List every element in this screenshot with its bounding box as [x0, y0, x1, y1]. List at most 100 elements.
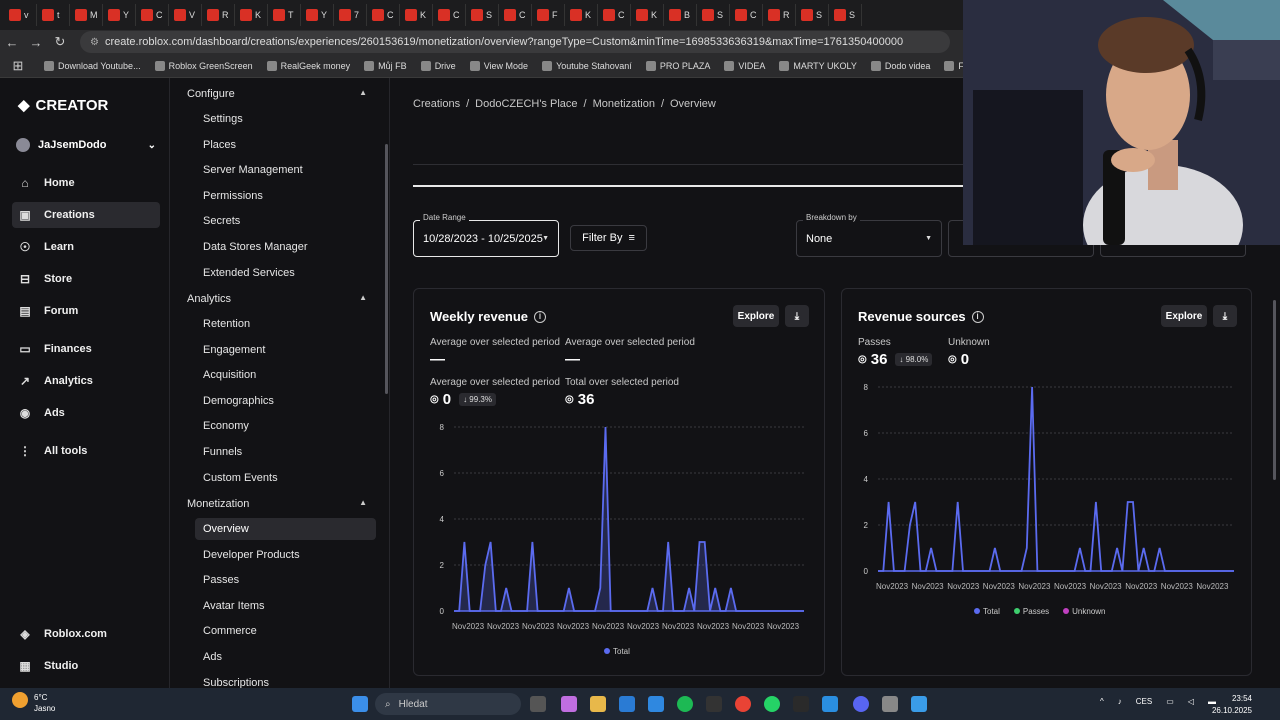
- browser-tab[interactable]: R: [765, 4, 796, 26]
- nav-item-ads[interactable]: ◉ Ads: [12, 400, 160, 426]
- bookmark-item[interactable]: VIDEA: [724, 60, 765, 71]
- capcut-icon[interactable]: [706, 696, 722, 712]
- forward-icon[interactable]: →: [24, 35, 48, 50]
- browser-tab[interactable]: S: [831, 4, 862, 26]
- bookmark-item[interactable]: Roblox GreenScreen: [154, 60, 253, 71]
- file-explorer-icon[interactable]: [590, 696, 606, 712]
- download-icon[interactable]: ⤓: [1213, 305, 1237, 327]
- browser-tab[interactable]: S: [798, 4, 829, 26]
- legend-total[interactable]: Total: [974, 607, 1000, 616]
- filter-by-button[interactable]: Filter By ≡: [570, 225, 647, 251]
- subnav-item[interactable]: Developer Products: [195, 544, 376, 566]
- apps-grid-icon[interactable]: ⊞: [6, 58, 30, 74]
- nav-item-all-tools[interactable]: ⋮ All tools: [12, 438, 160, 464]
- bookmark-item[interactable]: Download Youtube...: [44, 60, 141, 71]
- section-configure[interactable]: Configure ▲: [187, 88, 367, 100]
- nav-item-finances[interactable]: ▭ Finances: [12, 336, 160, 362]
- subnav-item[interactable]: Acquisition: [195, 364, 376, 386]
- bookmark-item[interactable]: Dodo videa: [870, 60, 930, 71]
- chrome-icon[interactable]: [735, 696, 751, 712]
- browser-tab[interactable]: C: [138, 4, 169, 26]
- section-monetization[interactable]: Monetization ▲: [187, 498, 367, 510]
- chevron-up-icon[interactable]: ^: [1100, 697, 1104, 706]
- app-icon[interactable]: [822, 696, 838, 712]
- creator-logo[interactable]: ◆ CREATOR: [18, 96, 108, 115]
- browser-tab[interactable]: M: [72, 4, 103, 26]
- bookmark-item[interactable]: Drive: [420, 60, 456, 71]
- epic-games-icon[interactable]: [793, 696, 809, 712]
- language-indicator[interactable]: CES: [1136, 697, 1152, 706]
- subnav-item[interactable]: Funnels: [195, 441, 376, 463]
- breadcrumb-monetization[interactable]: Monetization: [593, 98, 655, 110]
- subnav-item[interactable]: Server Management: [195, 159, 376, 181]
- browser-tab[interactable]: C: [600, 4, 631, 26]
- whatsapp-icon[interactable]: [764, 696, 780, 712]
- subnav-item[interactable]: Economy: [195, 415, 376, 437]
- browser-tab[interactable]: C: [501, 4, 532, 26]
- browser-tab[interactable]: v: [6, 4, 37, 26]
- breadcrumb-place[interactable]: DodoCZECH's Place: [475, 98, 577, 110]
- browser-tab[interactable]: S: [468, 4, 499, 26]
- bookmark-item[interactable]: View Mode: [469, 60, 528, 71]
- reload-icon[interactable]: ↻: [48, 34, 72, 50]
- network-icon[interactable]: ▭: [1166, 697, 1174, 706]
- nav-item-creations[interactable]: ▣ Creations: [12, 202, 160, 228]
- site-info-icon[interactable]: ⚙: [90, 37, 99, 48]
- nav-item-forum[interactable]: ▤ Forum: [12, 298, 160, 324]
- clock[interactable]: 23:54 26.10.2025: [1212, 693, 1252, 717]
- subnav-item[interactable]: Retention: [195, 313, 376, 335]
- browser-tab[interactable]: F: [534, 4, 565, 26]
- app-icon[interactable]: [911, 696, 927, 712]
- url-input[interactable]: ⚙ create.roblox.com/dashboard/creations/…: [80, 31, 950, 53]
- subnav-item[interactable]: Extended Services: [195, 262, 376, 284]
- browser-tab[interactable]: Y: [105, 4, 136, 26]
- subnav-item[interactable]: Demographics: [195, 390, 376, 412]
- outlook-icon[interactable]: [619, 696, 635, 712]
- explore-button[interactable]: Explore: [733, 305, 779, 327]
- back-icon[interactable]: ←: [0, 35, 24, 50]
- browser-tab[interactable]: R: [204, 4, 235, 26]
- browser-tab[interactable]: C: [369, 4, 400, 26]
- nav-item-roblox-com[interactable]: ◈ Roblox.com: [12, 621, 160, 647]
- microphone-icon[interactable]: ♪: [1118, 697, 1122, 706]
- subnav-item[interactable]: Ads: [195, 646, 376, 668]
- breadcrumb-creations[interactable]: Creations: [413, 98, 460, 110]
- start-icon[interactable]: [352, 696, 368, 712]
- browser-tab[interactable]: K: [567, 4, 598, 26]
- copilot-icon[interactable]: [561, 696, 577, 712]
- bookmark-item[interactable]: MARTY UKOLY: [779, 60, 857, 71]
- bookmark-item[interactable]: RealGeek money: [266, 60, 350, 71]
- section-analytics[interactable]: Analytics ▲: [187, 293, 367, 305]
- browser-tab[interactable]: B: [666, 4, 697, 26]
- nav-item-analytics[interactable]: ↗ Analytics: [12, 368, 160, 394]
- browser-tab[interactable]: K: [237, 4, 268, 26]
- browser-tab[interactable]: Y: [303, 4, 334, 26]
- spotify-icon[interactable]: [677, 696, 693, 712]
- bookmark-item[interactable]: Youtube Stahovaní: [542, 60, 632, 71]
- breakdown-select[interactable]: Breakdown by None ▼: [796, 213, 942, 257]
- legend-total[interactable]: Total: [604, 647, 630, 656]
- browser-tab[interactable]: C: [435, 4, 466, 26]
- browser-tab[interactable]: 7: [336, 4, 367, 26]
- discord-icon[interactable]: [853, 696, 869, 712]
- nav-item-home[interactable]: ⌂ Home: [12, 170, 160, 196]
- bookmark-item[interactable]: PRO PLAZA: [645, 60, 710, 71]
- subnav-item[interactable]: Passes: [195, 569, 376, 591]
- date-range-select[interactable]: Date Range 10/28/2023 - 10/25/2025 ▼: [413, 213, 559, 257]
- taskbar-search[interactable]: ⌕ Hledat: [375, 693, 521, 715]
- subnav-item[interactable]: Commerce: [195, 620, 376, 642]
- volume-icon[interactable]: ◁: [1188, 697, 1194, 706]
- browser-tab[interactable]: T: [270, 4, 301, 26]
- info-icon[interactable]: i: [534, 310, 547, 323]
- user-menu[interactable]: JaJsemDodo ⌄: [16, 138, 156, 152]
- explore-button[interactable]: Explore: [1161, 305, 1207, 327]
- subnav-item[interactable]: Settings: [195, 108, 376, 130]
- subnav-item[interactable]: Engagement: [195, 339, 376, 361]
- legend-unknown[interactable]: Unknown: [1063, 607, 1106, 616]
- legend-passes[interactable]: Passes: [1013, 607, 1049, 616]
- browser-tab[interactable]: V: [171, 4, 202, 26]
- browser-tab[interactable]: K: [402, 4, 433, 26]
- task-view-icon[interactable]: [530, 696, 546, 712]
- weather-widget[interactable]: 6°C Jasno: [12, 692, 55, 714]
- browser-tab[interactable]: t: [39, 4, 70, 26]
